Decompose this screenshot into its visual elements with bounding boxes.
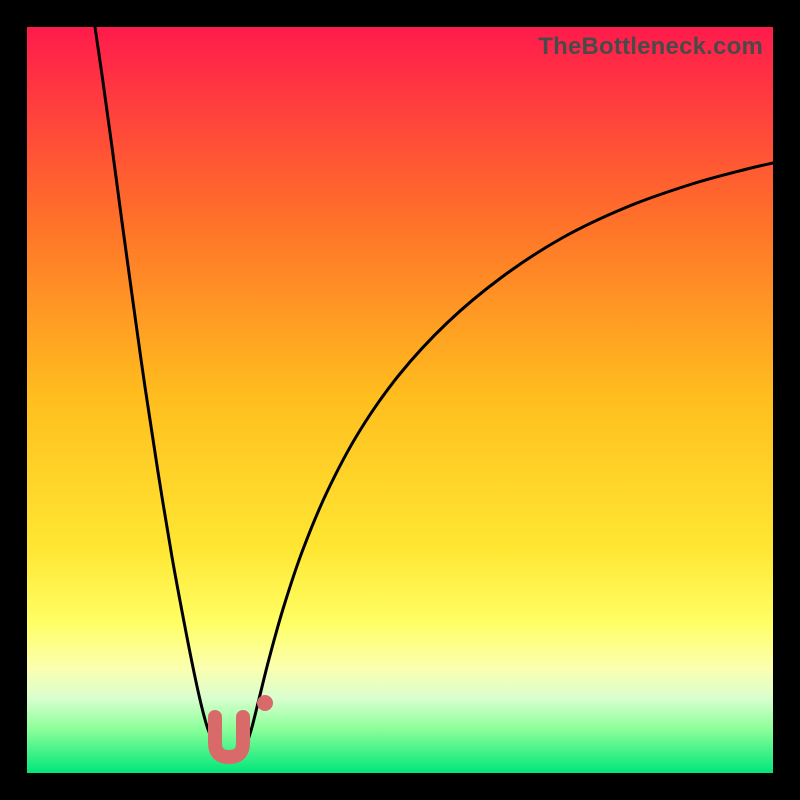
gradient-background <box>27 27 773 773</box>
attribution-text: TheBottleneck.com <box>538 33 763 61</box>
chart-canvas <box>27 27 773 773</box>
plot-area: TheBottleneck.com <box>27 27 773 773</box>
dot-marker <box>257 695 273 711</box>
